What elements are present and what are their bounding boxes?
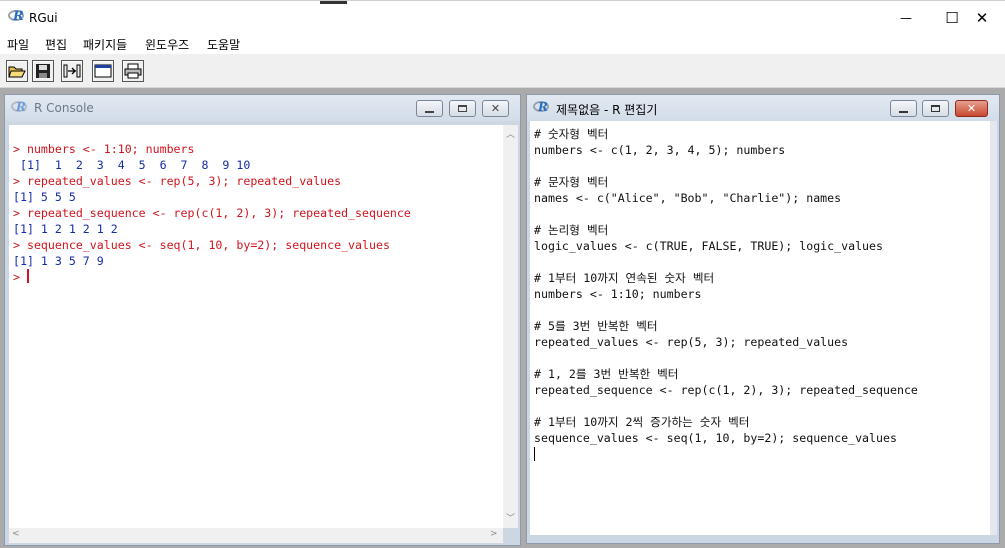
close-icon: ✕ bbox=[490, 102, 501, 115]
rgui-window: R RGui — ☐ ✕ 파일 편집 패키지들 윈도우즈 도움말 R R Con… bbox=[0, 0, 1005, 548]
console-vertical-scrollbar[interactable]: ︿ ﹀ bbox=[503, 125, 518, 528]
console-title: R Console bbox=[34, 101, 94, 115]
scroll-down-icon[interactable]: ﹀ bbox=[506, 511, 515, 524]
menu-bar: 파일 편집 패키지들 윈도우즈 도움말 bbox=[0, 34, 1005, 54]
console-line: > bbox=[13, 269, 29, 285]
restore-icon bbox=[931, 105, 940, 112]
console-window[interactable]: R R Console ✕ > numbers <- 1:10; numbers… bbox=[4, 94, 521, 546]
console-input-text: numbers <- 1:10; numbers bbox=[26, 142, 195, 156]
console-cursor bbox=[26, 269, 29, 283]
console-input-text: repeated_sequence <- rep(c(1, 2), 3); re… bbox=[26, 206, 411, 220]
console-window-button[interactable] bbox=[92, 60, 114, 82]
close-button[interactable]: ✕ bbox=[959, 1, 1005, 35]
console-line: [1] 1 2 3 4 5 6 7 8 9 10 bbox=[13, 157, 250, 173]
minimize-icon bbox=[899, 110, 908, 113]
console-prompt: > bbox=[13, 206, 27, 220]
save-button[interactable] bbox=[32, 60, 54, 82]
editor-code-line: repeated_sequence <- rep(c(1, 2), 3); re… bbox=[534, 383, 918, 397]
console-line: [1] 1 3 5 7 9 bbox=[13, 253, 104, 269]
editor-comment-line: # 숫자형 벡터 bbox=[534, 127, 609, 141]
editor-code-line: repeated_values <- rep(5, 3); repeated_v… bbox=[534, 335, 849, 349]
scroll-left-icon[interactable]: < bbox=[12, 529, 20, 539]
editor-window[interactable]: R 제목없음 - R 편집기 ✕ # 숫자형 벡터 numbers <- c(1,… bbox=[526, 94, 1000, 544]
console-line: > sequence_values <- seq(1, 10, by=2); s… bbox=[13, 237, 390, 253]
load-workspace-button[interactable] bbox=[61, 60, 83, 82]
console-line: > repeated_sequence <- rep(c(1, 2), 3); … bbox=[13, 205, 411, 221]
mdi-workspace: R R Console ✕ > numbers <- 1:10; numbers… bbox=[0, 88, 1005, 548]
close-icon: ✕ bbox=[966, 102, 977, 115]
console-output-text: [1] 1 2 3 4 5 6 7 8 9 10 bbox=[13, 158, 251, 172]
menu-windows[interactable]: 윈도우즈 bbox=[145, 36, 189, 53]
maximize-icon: ☐ bbox=[945, 9, 959, 27]
editor-restore-button[interactable] bbox=[922, 100, 949, 117]
editor-code-line: numbers <- c(1, 2, 3, 4, 5); numbers bbox=[534, 143, 786, 157]
console-prompt: > bbox=[13, 270, 27, 284]
r-logo-icon: R bbox=[11, 100, 29, 116]
editor-comment-line: # 1부터 10까지 2씩 증가하는 숫자 벡터 bbox=[534, 415, 750, 429]
console-close-button[interactable]: ✕ bbox=[482, 100, 509, 117]
window-icon bbox=[94, 64, 112, 78]
console-title-bar[interactable]: R R Console ✕ bbox=[5, 95, 520, 121]
print-button[interactable] bbox=[122, 60, 144, 82]
console-prompt: > bbox=[13, 174, 27, 188]
menu-file[interactable]: 파일 bbox=[7, 36, 29, 53]
console-output-text: [1] 1 2 1 2 1 2 bbox=[13, 222, 118, 236]
console-prompt: > bbox=[13, 238, 27, 252]
editor-code-line: sequence_values <- seq(1, 10, by=2); seq… bbox=[534, 431, 897, 445]
minimize-icon bbox=[425, 110, 434, 113]
editor-vertical-scrollbar[interactable] bbox=[990, 121, 997, 535]
editor-comment-line: # 논리형 벡터 bbox=[534, 223, 609, 237]
editor-text-area[interactable]: # 숫자형 벡터 numbers <- c(1, 2, 3, 4, 5); num… bbox=[530, 121, 990, 535]
title-bar[interactable]: R RGui — ☐ ✕ bbox=[0, 0, 1005, 34]
console-minimize-button[interactable] bbox=[416, 100, 443, 117]
console-input-text: sequence_values <- seq(1, 10, by=2); seq… bbox=[26, 238, 390, 252]
console-line: > numbers <- 1:10; numbers bbox=[13, 141, 195, 157]
console-prompt: > bbox=[13, 142, 27, 156]
minimize-button[interactable]: — bbox=[883, 1, 929, 35]
load-workspace-icon bbox=[63, 64, 81, 78]
editor-minimize-button[interactable] bbox=[890, 100, 917, 117]
toolbar bbox=[0, 54, 1005, 88]
editor-title-bar[interactable]: R 제목없음 - R 편집기 ✕ bbox=[527, 95, 999, 121]
editor-close-button[interactable]: ✕ bbox=[955, 100, 988, 117]
console-output[interactable]: > numbers <- 1:10; numbers [1] 1 2 3 4 5… bbox=[9, 125, 503, 528]
close-icon: ✕ bbox=[975, 9, 989, 27]
r-logo-icon: R bbox=[8, 9, 26, 25]
editor-comment-line: # 문자형 벡터 bbox=[534, 175, 609, 189]
printer-icon bbox=[124, 63, 142, 79]
editor-code-line: logic_values <- c(TRUE, FALSE, TRUE); lo… bbox=[534, 239, 884, 253]
console-line: [1] 1 2 1 2 1 2 bbox=[13, 221, 118, 237]
title-bar-accent bbox=[320, 1, 347, 4]
editor-comment-line: # 5를 3번 반복한 벡터 bbox=[534, 319, 658, 333]
editor-cursor bbox=[534, 447, 535, 461]
console-restore-button[interactable] bbox=[449, 100, 476, 117]
menu-help[interactable]: 도움말 bbox=[207, 36, 240, 53]
console-line: > repeated_values <- rep(5, 3); repeated… bbox=[13, 173, 341, 189]
menu-packages[interactable]: 패키지들 bbox=[83, 36, 127, 53]
console-output-text: [1] 5 5 5 bbox=[13, 190, 76, 204]
app-title: RGui bbox=[29, 11, 58, 25]
editor-comment-line: # 1부터 10까지 연속된 숫자 벡터 bbox=[534, 271, 715, 285]
scroll-right-icon[interactable]: > bbox=[490, 529, 498, 539]
editor-code-line: names <- c("Alice", "Bob", "Charlie"); n… bbox=[534, 191, 842, 205]
console-input-text: repeated_values <- rep(5, 3); repeated_v… bbox=[26, 174, 342, 188]
editor-code-line: numbers <- 1:10; numbers bbox=[534, 287, 702, 301]
menu-edit[interactable]: 편집 bbox=[45, 36, 67, 53]
r-logo-icon: R bbox=[533, 100, 551, 116]
editor-title: 제목없음 - R 편집기 bbox=[556, 103, 658, 117]
open-script-button[interactable] bbox=[6, 60, 28, 82]
console-horizontal-scrollbar[interactable]: < > bbox=[9, 528, 503, 543]
editor-comment-line: # 1, 2를 3번 반복한 벡터 bbox=[534, 367, 679, 381]
console-output-text: [1] 1 3 5 7 9 bbox=[13, 254, 104, 268]
console-line: [1] 5 5 5 bbox=[13, 189, 76, 205]
save-icon bbox=[36, 64, 50, 78]
minimize-icon: — bbox=[900, 11, 912, 25]
open-folder-icon bbox=[8, 66, 26, 78]
restore-icon bbox=[458, 105, 467, 112]
scroll-up-icon[interactable]: ︿ bbox=[506, 127, 515, 140]
